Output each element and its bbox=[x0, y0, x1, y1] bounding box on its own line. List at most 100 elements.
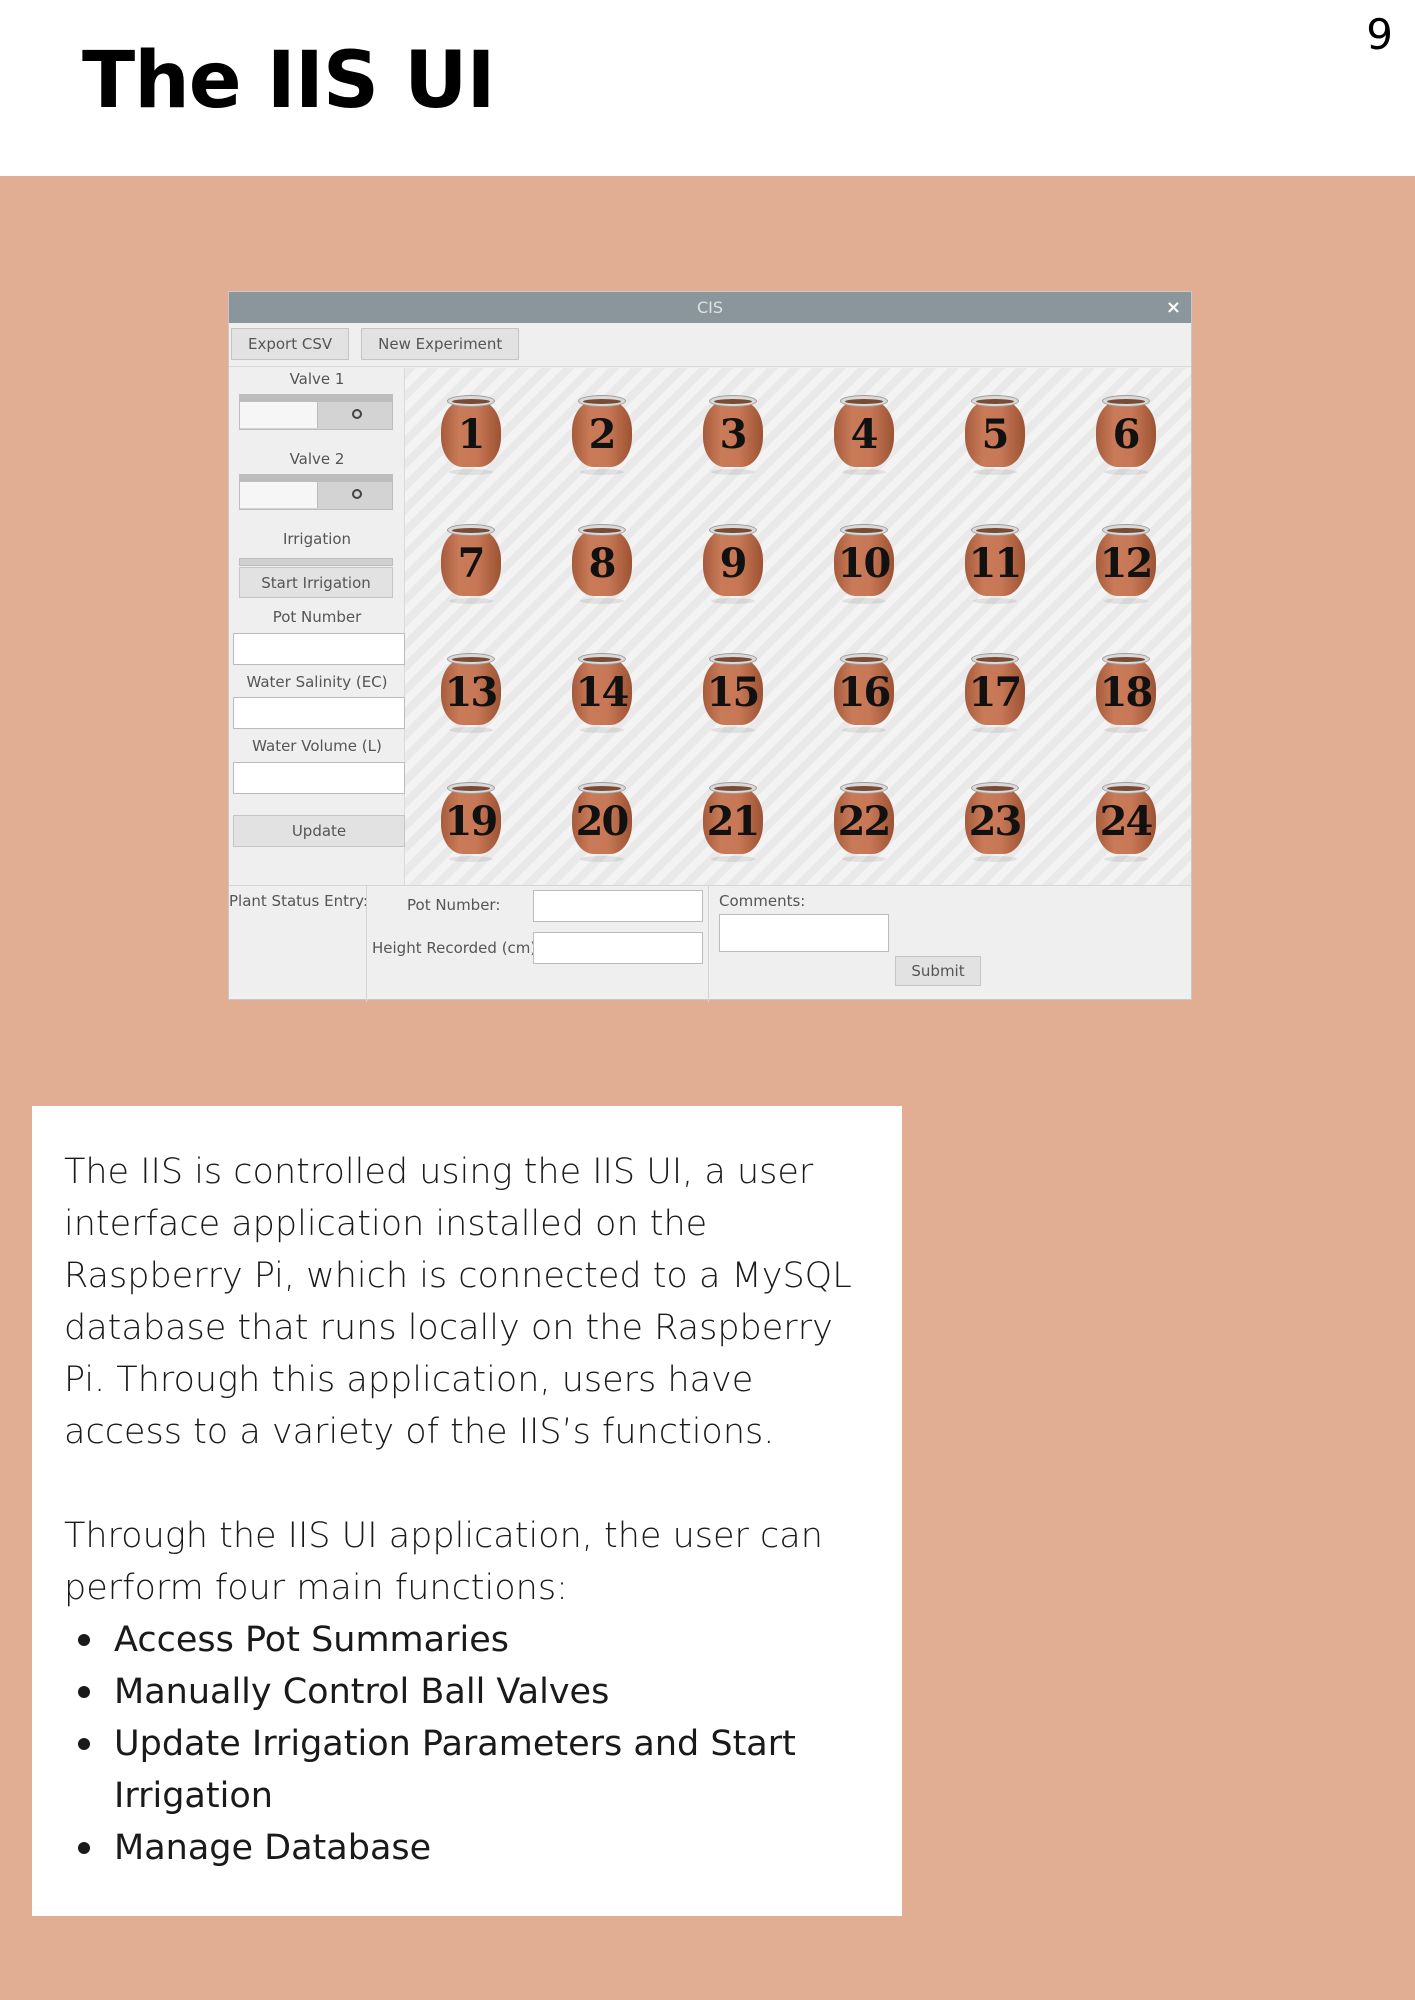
export-csv-button[interactable]: Export CSV bbox=[231, 328, 350, 360]
pot-button[interactable]: 11 bbox=[964, 523, 1025, 604]
toggle-knob bbox=[240, 402, 318, 428]
pot-shadow bbox=[579, 856, 624, 863]
pot-button[interactable]: 16 bbox=[833, 653, 894, 734]
pot-shadow bbox=[448, 468, 493, 475]
pot-shadow bbox=[841, 468, 886, 475]
pot-button[interactable]: 20 bbox=[571, 782, 632, 863]
valve2-toggle[interactable] bbox=[239, 474, 393, 510]
pot-cell: 3 bbox=[667, 368, 798, 497]
pot-cell: 5 bbox=[929, 368, 1060, 497]
description-paragraph-1: The IIS is controlled using the IIS UI, … bbox=[64, 1152, 852, 1452]
pot-button[interactable]: 4 bbox=[833, 394, 894, 475]
window-titlebar: CIS × bbox=[229, 292, 1191, 323]
pot-button[interactable]: 19 bbox=[440, 782, 501, 863]
pot-number: 18 bbox=[1099, 669, 1154, 717]
pot-rim bbox=[577, 653, 626, 666]
pot-shadow bbox=[448, 856, 493, 863]
list-item: Access Pot Summaries bbox=[64, 1614, 870, 1666]
pot-cell: 18 bbox=[1060, 627, 1191, 756]
pot-button[interactable]: 5 bbox=[964, 394, 1025, 475]
pot-button[interactable]: 15 bbox=[702, 653, 763, 734]
pot-button[interactable]: 22 bbox=[833, 782, 894, 863]
pot-number: 5 bbox=[981, 410, 1010, 458]
pot-rim bbox=[970, 523, 1019, 536]
pot-number: 3 bbox=[719, 410, 748, 458]
pot-number: 7 bbox=[457, 539, 486, 587]
pot-shadow bbox=[448, 727, 493, 734]
divider bbox=[708, 886, 709, 1002]
pot-button[interactable]: 12 bbox=[1095, 523, 1156, 604]
pot-shadow bbox=[841, 727, 886, 734]
pot-shadow bbox=[1103, 597, 1148, 604]
pot-shadow bbox=[710, 727, 755, 734]
pot-number: 21 bbox=[706, 798, 761, 846]
pot-button[interactable]: 2 bbox=[571, 394, 632, 475]
pot-number: 24 bbox=[1099, 798, 1154, 846]
pot-rim bbox=[839, 653, 888, 666]
pot-shadow bbox=[1103, 727, 1148, 734]
pot-number: 4 bbox=[850, 410, 879, 458]
water-volume-label: Water Volume (L) bbox=[252, 737, 382, 755]
update-button[interactable]: Update bbox=[233, 815, 405, 847]
pot-button[interactable]: 23 bbox=[964, 782, 1025, 863]
page-title: The IIS UI bbox=[82, 36, 496, 126]
pot-button[interactable]: 13 bbox=[440, 653, 501, 734]
pot-number: 14 bbox=[575, 669, 630, 717]
pot-button[interactable]: 17 bbox=[964, 653, 1025, 734]
pot-number: 9 bbox=[719, 539, 748, 587]
pot-button[interactable]: 21 bbox=[702, 782, 763, 863]
height-recorded-input[interactable] bbox=[533, 932, 703, 964]
pot-rim bbox=[577, 523, 626, 536]
description-paragraph-2: Through the IIS UI application, the user… bbox=[64, 1516, 823, 1608]
pot-cell: 19 bbox=[405, 756, 536, 885]
pot-number-input[interactable] bbox=[233, 633, 405, 665]
pot-rim bbox=[708, 653, 757, 666]
water-volume-input[interactable] bbox=[233, 762, 405, 794]
valve1-toggle[interactable] bbox=[239, 394, 393, 430]
pot-number: 11 bbox=[968, 539, 1023, 587]
pot-button[interactable]: 1 bbox=[440, 394, 501, 475]
pot-rim bbox=[1101, 394, 1150, 407]
pot-cell: 24 bbox=[1060, 756, 1191, 885]
pot-button[interactable]: 6 bbox=[1095, 394, 1156, 475]
pot-cell: 16 bbox=[798, 627, 929, 756]
pot-number: 23 bbox=[968, 798, 1023, 846]
pot-cell: 11 bbox=[929, 497, 1060, 626]
pot-cell: 6 bbox=[1060, 368, 1191, 497]
pot-cell: 1 bbox=[405, 368, 536, 497]
pot-button[interactable]: 3 bbox=[702, 394, 763, 475]
pot-cell: 20 bbox=[536, 756, 667, 885]
pot-number: 15 bbox=[706, 669, 761, 717]
irrigation-progress-bar bbox=[239, 558, 393, 566]
pot-rim bbox=[446, 394, 495, 407]
plant-status-entry-label: Plant Status Entry: bbox=[229, 892, 368, 910]
pot-button[interactable]: 24 bbox=[1095, 782, 1156, 863]
pot-rim bbox=[970, 394, 1019, 407]
toolbar: Export CSV New Experiment bbox=[229, 323, 1191, 367]
pot-number: 1 bbox=[457, 410, 486, 458]
pot-button[interactable]: 18 bbox=[1095, 653, 1156, 734]
comments-input[interactable] bbox=[719, 914, 889, 952]
pot-button[interactable]: 8 bbox=[571, 523, 632, 604]
pot-button[interactable]: 7 bbox=[440, 523, 501, 604]
status-pot-number-input[interactable] bbox=[533, 890, 703, 922]
pot-button[interactable]: 9 bbox=[702, 523, 763, 604]
valve2-label: Valve 2 bbox=[289, 450, 345, 468]
pot-number: 17 bbox=[968, 669, 1023, 717]
start-irrigation-button[interactable]: Start Irrigation bbox=[239, 567, 393, 598]
pot-rim bbox=[839, 394, 888, 407]
submit-button[interactable]: Submit bbox=[895, 956, 981, 986]
pot-cell: 17 bbox=[929, 627, 1060, 756]
pot-shadow bbox=[1103, 856, 1148, 863]
new-experiment-button[interactable]: New Experiment bbox=[361, 328, 520, 360]
pot-cell: 2 bbox=[536, 368, 667, 497]
pot-cell: 15 bbox=[667, 627, 798, 756]
page-number: 9 bbox=[1366, 10, 1393, 59]
water-salinity-input[interactable] bbox=[233, 697, 405, 729]
pot-cell: 10 bbox=[798, 497, 929, 626]
pot-rim bbox=[577, 394, 626, 407]
pot-cell: 13 bbox=[405, 627, 536, 756]
pot-button[interactable]: 10 bbox=[833, 523, 894, 604]
close-icon[interactable]: × bbox=[1166, 292, 1181, 323]
pot-button[interactable]: 14 bbox=[571, 653, 632, 734]
